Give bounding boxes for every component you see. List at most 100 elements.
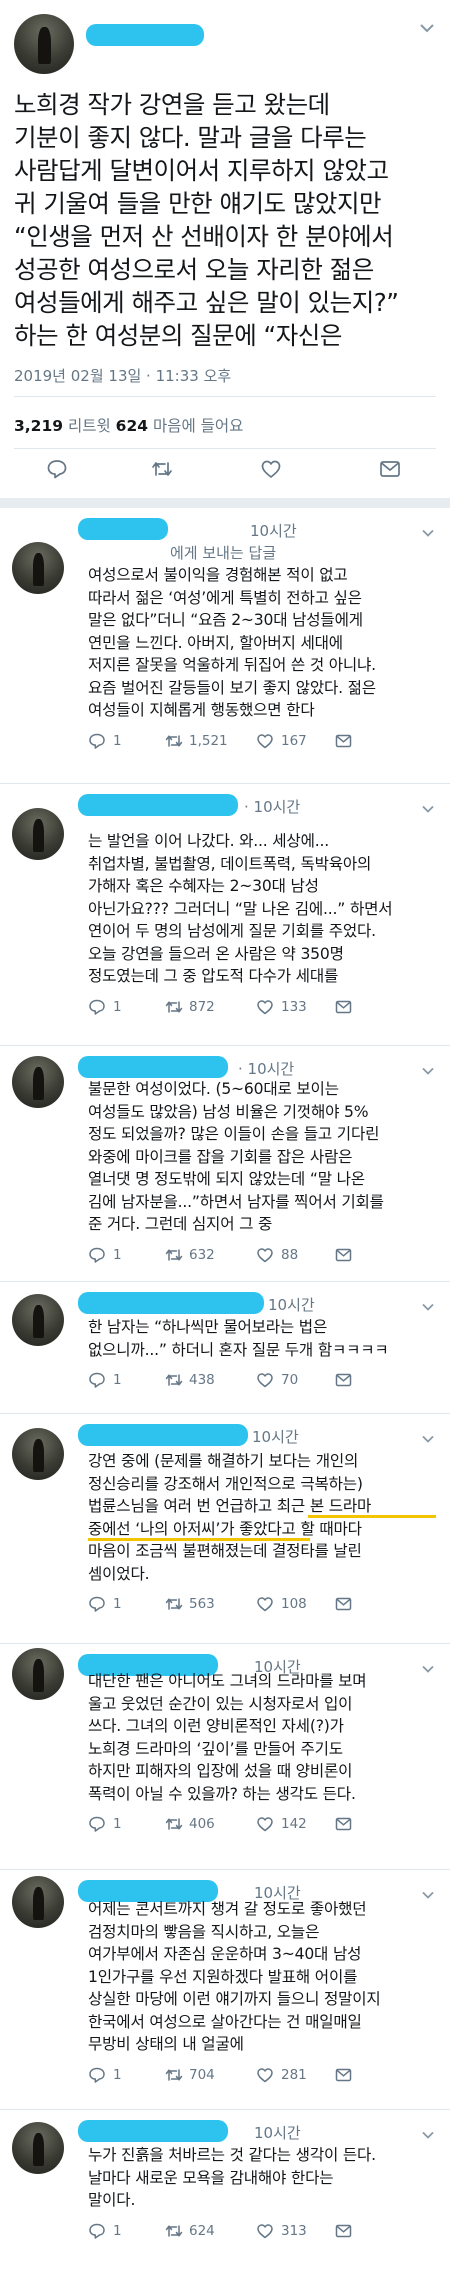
like-icon	[256, 1595, 275, 1613]
chevron-down-icon[interactable]	[422, 2126, 434, 2142]
reply-button[interactable]: 1	[88, 1595, 122, 1613]
reply-button[interactable]: 1	[88, 998, 122, 1016]
reply-button[interactable]: 1	[88, 1246, 122, 1264]
reply-text: 여성으로서 불이익을 경험해본 적이 없고 따라서 젊은 ‘여성’에게 특별히 …	[88, 566, 376, 719]
retweet-button[interactable]: 624	[164, 2222, 215, 2240]
reply-tweet[interactable]: · 10시간 불문한 여성이었다. (5~60대로 보이는 여성들도 많았음) 남…	[0, 1046, 450, 1282]
retweet-button[interactable]: 563	[164, 1595, 215, 1613]
reply-timestamp[interactable]: 10시간	[254, 2122, 301, 2143]
retweet-button[interactable]: 438	[164, 1371, 215, 1389]
chevron-down-icon[interactable]	[422, 1062, 434, 1078]
reply-tweet[interactable]: 10시간 누가 진흙을 처바르는 것 같다는 생각이 든다. 날마다 새로운 모욕…	[0, 2110, 450, 2280]
reply-button[interactable]: 1	[88, 2066, 122, 2084]
chevron-down-icon[interactable]	[422, 800, 434, 816]
reply-timestamp[interactable]: · 10시간	[244, 796, 300, 817]
like-button[interactable]: 142	[256, 1815, 307, 1833]
redacted-author-name	[78, 2120, 228, 2142]
retweet-icon[interactable]	[150, 458, 174, 480]
dm-button[interactable]	[334, 1371, 353, 1389]
dm-icon	[334, 732, 353, 750]
chevron-down-icon[interactable]	[420, 20, 434, 36]
redacted-author-name	[78, 1292, 264, 1314]
reply-avatar[interactable]	[12, 1648, 64, 1700]
like-button[interactable]: 313	[256, 2222, 307, 2240]
chevron-down-icon[interactable]	[422, 1430, 434, 1446]
dm-button[interactable]	[334, 2222, 353, 2240]
dm-icon	[334, 1246, 353, 1264]
like-count[interactable]: 624	[116, 417, 148, 435]
reply-count: 1	[113, 732, 122, 749]
retweet-count: 704	[189, 2066, 215, 2083]
reply-timestamp[interactable]: 10시간	[252, 1426, 299, 1447]
like-label: 마음에 들어요	[148, 417, 244, 435]
dm-button[interactable]	[334, 2066, 353, 2084]
reply-count: 1	[113, 998, 122, 1015]
reply-avatar[interactable]	[12, 1294, 64, 1346]
like-button[interactable]: 167	[256, 732, 307, 750]
like-icon	[256, 2222, 275, 2240]
reply-timestamp[interactable]: · 10시간	[238, 1058, 294, 1079]
reply-avatar[interactable]	[12, 1876, 64, 1928]
tweet-timestamp[interactable]: 2019년 02월 13일 · 11:33 오후	[14, 365, 231, 386]
redacted-author-name	[78, 1424, 248, 1446]
reply-avatar[interactable]	[12, 1428, 64, 1480]
reply-text: 어제는 콘서트까지 챙겨 갈 정도로 좋아했던 검정치마의 빻음을 직시하고, …	[88, 1900, 381, 2053]
divider	[14, 396, 436, 397]
like-count: 133	[281, 998, 307, 1015]
reply-timestamp[interactable]: 10시간	[268, 1294, 315, 1315]
dm-icon	[334, 2066, 353, 2084]
retweet-icon	[164, 1815, 183, 1833]
retweet-count[interactable]: 3,219	[14, 417, 63, 435]
dm-button[interactable]	[334, 1246, 353, 1264]
reply-count: 1	[113, 1372, 122, 1388]
reply-avatar[interactable]	[12, 1056, 64, 1108]
like-button[interactable]: 70	[256, 1371, 298, 1389]
reply-tweet[interactable]: 10시간 대단한 팬은 아니어도 그녀의 드라마를 보며 울고 웃었던 순간이 있…	[0, 1644, 450, 1870]
retweet-icon	[164, 732, 183, 750]
retweet-button[interactable]: 632	[164, 1246, 215, 1264]
reply-icon[interactable]	[46, 458, 68, 480]
reply-tweet[interactable]: 10시간 강연 중에 (문제를 해결하기 보다는 개인의 정신승리를 강조해서 개…	[0, 1414, 450, 1644]
reply-text: 한 남자는 “하나씩만 물어보라는 법은 없으니까...” 하더니 혼자 질문 …	[88, 1318, 389, 1359]
reply-icon	[88, 2066, 107, 2084]
dm-button[interactable]	[334, 1815, 353, 1833]
dm-button[interactable]	[334, 1595, 353, 1613]
like-count: 142	[281, 1816, 307, 1832]
reply-tweet[interactable]: 10시간한 남자는 “하나씩만 물어보라는 법은 없으니까...” 하더니 혼자…	[0, 1282, 450, 1414]
like-button[interactable]: 281	[256, 2066, 307, 2084]
reply-tweet[interactable]: 10시간 어제는 콘서트까지 챙겨 갈 정도로 좋아했던 검정치마의 빻음을 직시…	[0, 1870, 450, 2110]
like-icon[interactable]	[260, 458, 282, 480]
reply-avatar[interactable]	[12, 808, 64, 860]
reply-action-bar: 1 406 142	[88, 1815, 428, 1835]
reply-button[interactable]: 1	[88, 1371, 122, 1389]
reply-avatar[interactable]	[12, 2122, 64, 2174]
redacted-author-name	[78, 794, 238, 816]
reply-icon	[88, 1595, 107, 1613]
reply-button[interactable]: 1	[88, 732, 122, 750]
retweet-count: 406	[189, 1816, 215, 1832]
like-icon	[256, 1371, 275, 1389]
reply-button[interactable]: 1	[88, 1815, 122, 1833]
reply-timestamp[interactable]: 10시간	[250, 520, 297, 541]
reply-tweet[interactable]: 10시간에게 보내는 답글여성으로서 불이익을 경험해본 적이 없고 따라서 젊…	[0, 508, 450, 784]
retweet-button[interactable]: 1,521	[164, 732, 228, 750]
reply-button[interactable]: 1	[88, 2222, 122, 2240]
reply-tweet[interactable]: · 10시간 는 발언을 이어 나갔다. 와... 세상에... 취업차별, 불법…	[0, 784, 450, 1046]
like-count: 281	[281, 2066, 307, 2083]
dm-button[interactable]	[334, 998, 353, 1016]
chevron-down-icon[interactable]	[422, 1298, 434, 1314]
like-count: 167	[281, 732, 307, 749]
like-button[interactable]: 88	[256, 1246, 298, 1264]
reply-avatar[interactable]	[12, 542, 64, 594]
retweet-button[interactable]: 704	[164, 2066, 215, 2084]
dm-icon	[334, 998, 353, 1016]
dm-icon[interactable]	[378, 458, 402, 480]
retweet-button[interactable]: 872	[164, 998, 215, 1016]
author-avatar[interactable]	[14, 14, 74, 74]
like-button[interactable]: 108	[256, 1595, 307, 1613]
replying-to-label: 에게 보내는 답글	[170, 544, 277, 562]
dm-button[interactable]	[334, 732, 353, 750]
like-button[interactable]: 133	[256, 998, 307, 1016]
retweet-button[interactable]: 406	[164, 1815, 215, 1833]
chevron-down-icon[interactable]	[422, 524, 434, 540]
